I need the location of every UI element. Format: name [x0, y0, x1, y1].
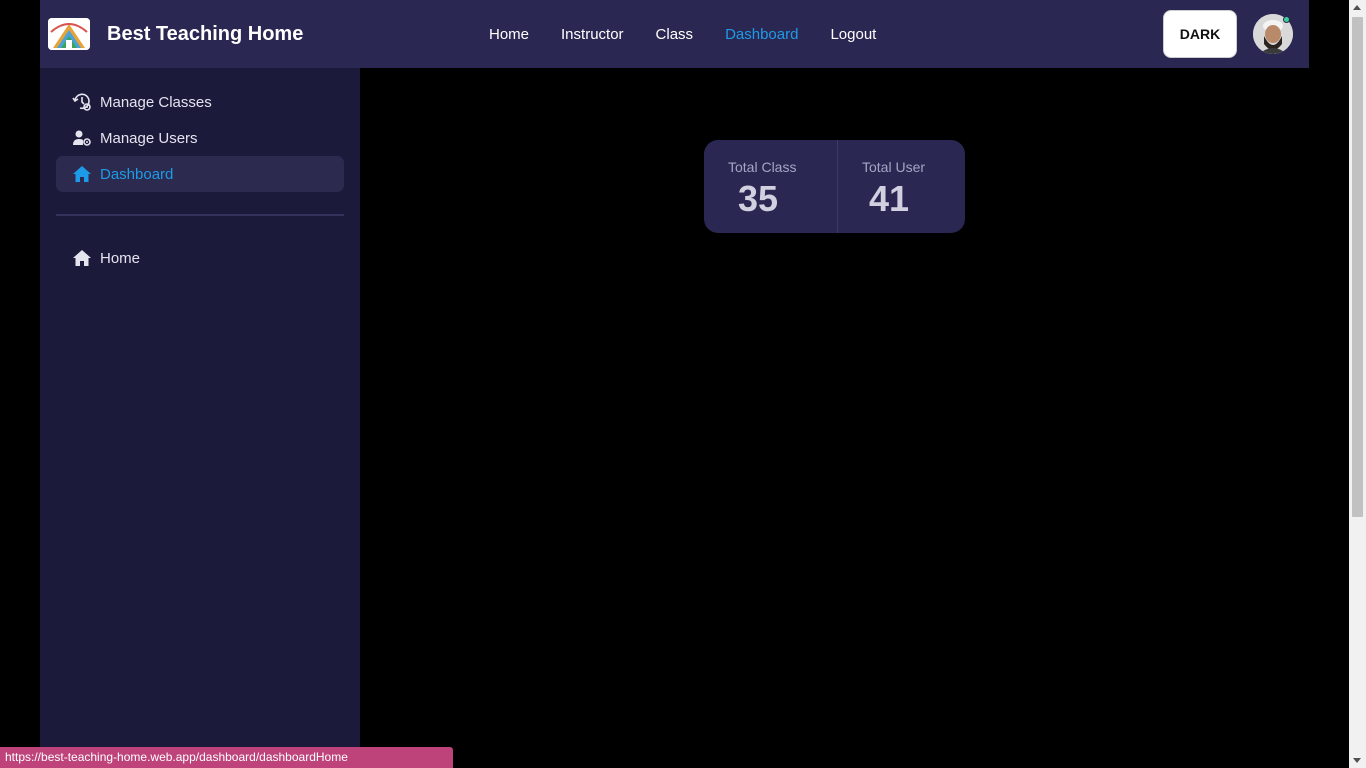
- nav-links: Home Instructor Class Dashboard Logout: [489, 0, 908, 68]
- stat-title: Total User: [862, 159, 926, 175]
- brand-title: Best Teaching Home: [107, 22, 304, 45]
- stat-value: 41: [869, 178, 910, 219]
- sidebar-item-manage-classes[interactable]: Manage Classes: [56, 84, 344, 120]
- stats-card: Total Class 35 Total User 41: [704, 140, 965, 233]
- link-status-bar: https://best-teaching-home.web.app/dashb…: [0, 747, 453, 768]
- stat-title: Total Class: [728, 159, 797, 175]
- sidebar-item-label: Home: [100, 249, 141, 267]
- sidebar-item-label: Dashboard: [100, 165, 174, 183]
- theme-toggle-button[interactable]: DARK: [1163, 10, 1237, 58]
- nav-link-dashboard[interactable]: Dashboard: [725, 26, 798, 43]
- stat-total-user: Total User 41: [837, 140, 965, 233]
- scroll-down-arrow-icon[interactable]: [1353, 758, 1361, 763]
- sidebar-item-label: Manage Users: [100, 129, 198, 147]
- scroll-up-arrow-icon[interactable]: [1353, 5, 1361, 10]
- sidebar-item-home[interactable]: Home: [56, 240, 344, 276]
- nav-link-class[interactable]: Class: [656, 26, 694, 43]
- top-navbar: Best Teaching Home Home Instructor Class…: [40, 0, 1309, 68]
- stat-value: 35: [738, 178, 779, 219]
- nav-link-instructor[interactable]: Instructor: [561, 26, 624, 43]
- sidebar-divider: [56, 214, 344, 216]
- stat-total-class: Total Class 35: [704, 140, 837, 233]
- manage-users-icon: [72, 128, 92, 148]
- scrollbar-thumb[interactable]: [1352, 17, 1363, 517]
- nav-link-logout[interactable]: Logout: [830, 26, 876, 43]
- home-icon: [72, 248, 92, 268]
- sidebar-item-dashboard[interactable]: Dashboard: [56, 156, 344, 192]
- online-status-dot: [1283, 16, 1290, 23]
- sidebar: Manage Classes Manage Users Dashboard Ho…: [40, 68, 360, 768]
- sidebar-item-manage-users[interactable]: Manage Users: [56, 120, 344, 156]
- manage-classes-icon: [72, 92, 92, 112]
- vertical-scrollbar[interactable]: [1349, 0, 1366, 768]
- house-logo-icon: [48, 18, 90, 50]
- home-icon: [72, 164, 92, 184]
- nav-link-home[interactable]: Home: [489, 26, 529, 43]
- page: Best Teaching Home Home Instructor Class…: [0, 0, 1366, 768]
- sidebar-item-label: Manage Classes: [100, 93, 212, 111]
- brand[interactable]: Best Teaching Home: [48, 18, 303, 50]
